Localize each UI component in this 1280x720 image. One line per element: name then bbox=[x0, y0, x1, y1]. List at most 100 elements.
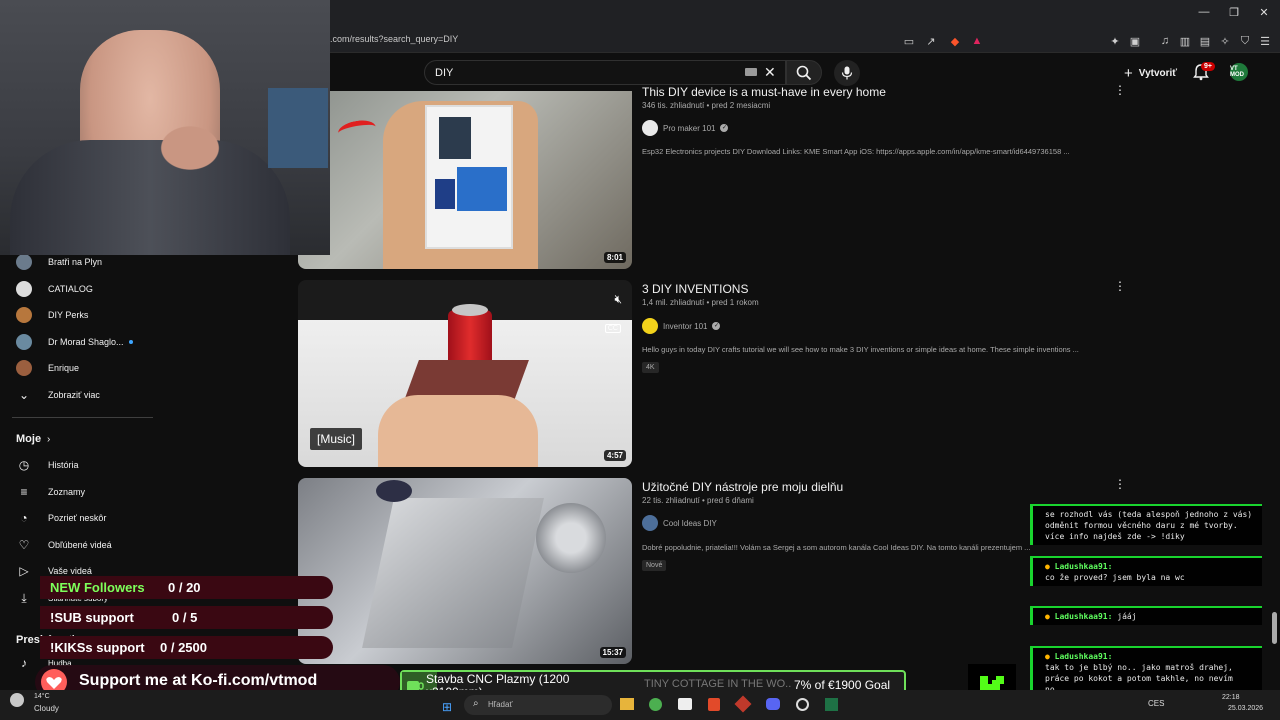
video-description: Esp32 Electronics projects DIY Download … bbox=[642, 147, 1070, 156]
minimize-icon[interactable]: — bbox=[1196, 6, 1212, 22]
clock-date[interactable]: 25.03.2026 bbox=[1228, 705, 1263, 712]
video-title[interactable]: 3 DIY INVENTIONS bbox=[642, 282, 748, 296]
excel-icon[interactable] bbox=[825, 698, 838, 711]
account-avatar[interactable]: VT MOD bbox=[1230, 63, 1248, 81]
chat-username: Ladushkaa91: bbox=[1054, 562, 1113, 571]
video-thumbnail[interactable]: 15:37 bbox=[298, 478, 632, 664]
video-menu-icon[interactable]: ⋮ bbox=[1114, 279, 1126, 293]
goal-value: 0 / 2500 bbox=[160, 640, 207, 655]
video-menu-icon[interactable]: ⋮ bbox=[1114, 477, 1126, 491]
screen-cast-icon[interactable]: ▭ bbox=[902, 34, 916, 48]
show-more-button[interactable]: ⌄ Zobraziť viac bbox=[0, 382, 156, 408]
closed-captions-icon[interactable]: CC bbox=[604, 324, 621, 333]
video-meta: 346 tis. zhliadnutí • pred 2 mesiacmi bbox=[642, 101, 771, 110]
mute-icon[interactable]: 🔇︎ bbox=[614, 292, 622, 307]
clock-time[interactable]: 22:18 bbox=[1222, 694, 1240, 701]
sidebar-item-watch-later[interactable]: ◔ Pozrieť neskôr bbox=[0, 505, 156, 531]
chat-message: ● Ladushkaa91: co že proved? jsem byla n… bbox=[1030, 556, 1262, 586]
create-button[interactable]: + Vytvoriť bbox=[1114, 61, 1187, 85]
keyboard-icon[interactable] bbox=[745, 68, 757, 76]
vise-body-graphic bbox=[362, 498, 544, 648]
search-box[interactable]: DIY ✕ bbox=[424, 60, 786, 85]
obs-icon[interactable] bbox=[796, 698, 809, 711]
webcam-overlay bbox=[0, 0, 330, 255]
wallet2-icon[interactable]: ▤ bbox=[1198, 34, 1212, 48]
share-icon[interactable]: ↗ bbox=[924, 34, 938, 48]
brave-shields-icon[interactable]: ◆ bbox=[948, 34, 962, 48]
leo-ai-icon[interactable]: ✧ bbox=[1218, 34, 1232, 48]
video-channel[interactable]: Inventor 101 ✓ bbox=[642, 318, 721, 334]
background-object-graphic bbox=[268, 88, 328, 168]
search-button[interactable] bbox=[786, 60, 822, 85]
channel-avatar bbox=[642, 318, 658, 334]
goal-name: !SUB support bbox=[50, 610, 134, 625]
sidebar-item-liked[interactable]: ♡ Obľúbené videá bbox=[0, 532, 156, 558]
sidebar-item-history[interactable]: ◷ História bbox=[0, 452, 156, 478]
chat-text: co že proved? jsem byla na wc bbox=[1045, 573, 1185, 582]
mail-icon[interactable] bbox=[678, 698, 692, 710]
new-badge: Nové bbox=[642, 560, 667, 571]
video-meta: 1,4 mil. zhliadnutí • pred 1 rokom bbox=[642, 298, 759, 307]
chrome-icon[interactable] bbox=[649, 698, 662, 711]
goal-ticker: TINY COTTAGE IN THE WO... bbox=[644, 678, 795, 690]
video-thumbnail[interactable]: 🔇︎ CC [Music] 4:57 bbox=[298, 280, 632, 467]
taskbar-search-placeholder: Hľadať bbox=[488, 700, 513, 709]
kofi-text: Support me at Ko-fi.com/vtmod bbox=[79, 672, 318, 689]
brave-rewards-icon[interactable]: ▲ bbox=[970, 34, 984, 48]
maximize-icon[interactable]: ❐ bbox=[1226, 6, 1242, 22]
brave-icon[interactable] bbox=[708, 698, 720, 711]
create-label: Vytvoriť bbox=[1138, 67, 1178, 79]
search-icon: ⌕ bbox=[473, 698, 479, 709]
chevron-down-icon: ⌄ bbox=[18, 388, 30, 402]
channel-avatar bbox=[16, 281, 32, 297]
weather-icon[interactable] bbox=[10, 693, 24, 707]
video-thumbnail[interactable]: 8:01 bbox=[298, 91, 632, 269]
channel-name: Inventor 101 bbox=[663, 321, 708, 331]
windows-taskbar: 14°C Cloudy ⊞ ⌕ Hľadať CES 22:18 25.03.2… bbox=[0, 690, 1280, 720]
search-icon bbox=[796, 65, 812, 80]
start-icon[interactable]: ⊞ bbox=[442, 700, 452, 714]
sidebar-item-label: Bratři na Plyn bbox=[48, 257, 103, 267]
device-box-graphic bbox=[425, 105, 513, 249]
clear-search-icon[interactable]: ✕ bbox=[764, 64, 776, 81]
sidebar-item-subscription[interactable]: Enrique bbox=[0, 355, 156, 381]
sidebar-item-subscription[interactable]: Dr Morad Shaglo... bbox=[0, 329, 156, 355]
sidebar-item-subscription[interactable]: CATIALOG bbox=[0, 276, 156, 302]
voice-search-button[interactable] bbox=[834, 60, 860, 86]
goal-value: 0 / 20 bbox=[168, 580, 201, 595]
file-explorer-icon[interactable] bbox=[620, 698, 634, 710]
video-title[interactable]: This DIY device is a must-have in every … bbox=[642, 85, 886, 99]
sidebar-item-subscription[interactable]: DIY Perks bbox=[0, 302, 156, 328]
video-channel[interactable]: Cool Ideas DIY bbox=[642, 515, 717, 531]
video-description: Dobré popoludnie, priatelia!!! Volám sa … bbox=[642, 543, 1031, 552]
search-input[interactable]: DIY bbox=[435, 67, 453, 79]
extensions-icon[interactable]: ✦ bbox=[1108, 34, 1122, 48]
video-title[interactable]: Užitočné DIY nástroje pre moju dielňu bbox=[642, 480, 843, 494]
menu-icon[interactable]: ☰ bbox=[1258, 34, 1272, 48]
video-menu-icon[interactable]: ⋮ bbox=[1114, 83, 1126, 97]
chat-overlay: se rozhodl vás (teda alespoň jednoho z v… bbox=[1030, 500, 1265, 710]
chevron-right-icon: › bbox=[47, 433, 51, 445]
media-icon[interactable]: ♫ bbox=[1158, 34, 1172, 48]
video-description: Hello guys in today DIY crafts tutorial … bbox=[642, 345, 1079, 354]
url-text[interactable]: .com/results?search_query=DIY bbox=[330, 34, 458, 44]
weather-text: Cloudy bbox=[34, 704, 59, 713]
language-indicator[interactable]: CES bbox=[1148, 699, 1164, 708]
taskbar-search[interactable]: ⌕ Hľadať bbox=[464, 695, 612, 715]
chat-message: se rozhodl vás (teda alespoň jednoho z v… bbox=[1030, 504, 1262, 545]
vpn-shield-icon[interactable]: ⛉ bbox=[1238, 34, 1252, 48]
channel-avatar bbox=[642, 120, 658, 136]
chat-text: se rozhodl vás (teda alespoň jednoho z v… bbox=[1045, 510, 1253, 541]
discord-icon[interactable] bbox=[766, 698, 780, 710]
app-icon[interactable] bbox=[734, 695, 752, 713]
you-section-heading[interactable]: Moje › bbox=[0, 426, 156, 452]
video-channel[interactable]: Pro maker 101 ✓ bbox=[642, 120, 729, 136]
sidebar-item-playlists[interactable]: ≡ Zoznamy bbox=[0, 479, 156, 505]
page-scrollbar[interactable] bbox=[1272, 612, 1277, 644]
history-icon: ◷ bbox=[18, 458, 30, 472]
goal-bar-followers: NEW Followers 0 / 20 bbox=[40, 576, 333, 599]
sidebar-icon[interactable]: ▥ bbox=[1178, 34, 1192, 48]
close-icon[interactable]: ✕ bbox=[1256, 6, 1272, 22]
chin-graphic bbox=[150, 118, 230, 178]
wallet-icon[interactable]: ▣ bbox=[1128, 34, 1142, 48]
